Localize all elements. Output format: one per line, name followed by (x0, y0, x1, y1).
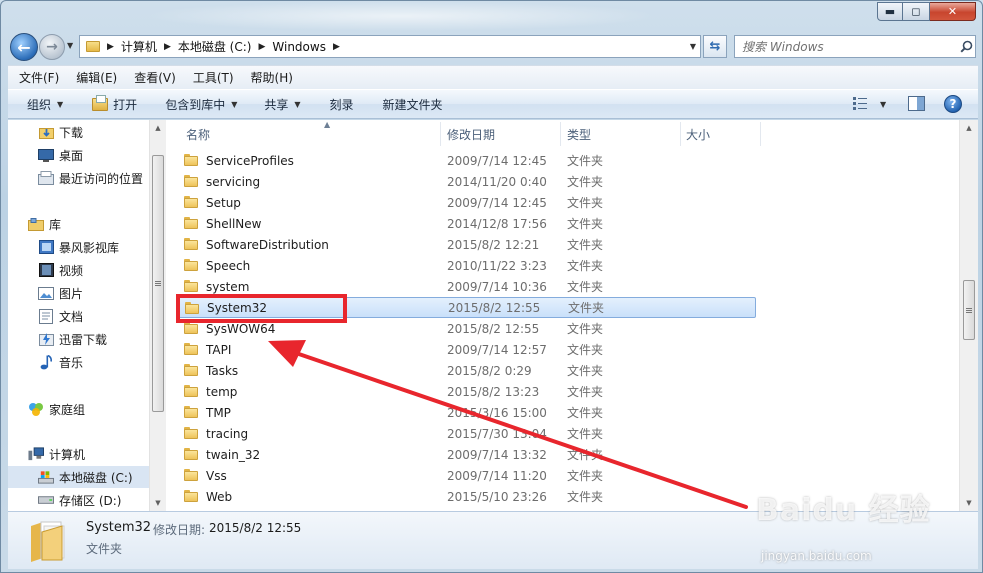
details-file-name: System32 (86, 520, 152, 535)
watermark-url: jingyan.baidu.com (761, 549, 872, 563)
baidu-watermark: Baidu 经验 (756, 493, 931, 528)
folder-large-icon (31, 521, 65, 562)
details-file-type: 文件夹 (86, 542, 123, 556)
details-date-value: 2015/8/2 12:55 (209, 521, 302, 535)
details-date-label: 修改日期: (153, 523, 206, 537)
explorer-window: ▬ ◻ ✕ ← → ▼ ▶ 计算机 ▶ 本地磁盘 (C:) ▶ Windows … (0, 0, 983, 573)
